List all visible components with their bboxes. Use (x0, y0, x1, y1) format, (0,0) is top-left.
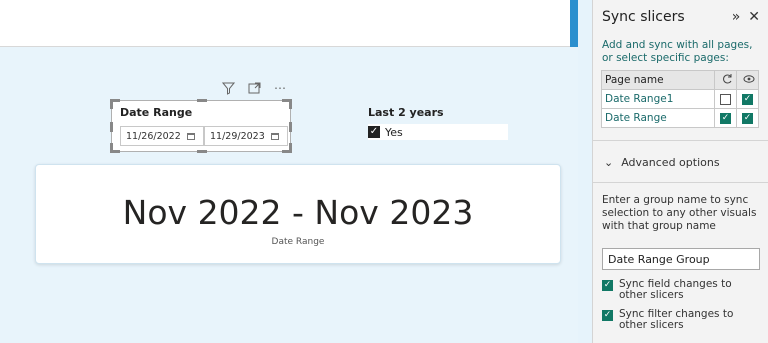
card-label: Date Range (271, 237, 325, 247)
card-value: Nov 2022 - Nov 2023 (122, 193, 474, 232)
end-date-value: 11/29/2023 (210, 130, 265, 142)
pane-description: Add and sync with all pages, or select s… (602, 39, 753, 64)
divider (593, 140, 768, 141)
checkbox-checked-icon[interactable]: ✓ (720, 112, 731, 124)
visible-column-header (736, 70, 759, 90)
sync-filter-label: Sync filter changes to other slicers (619, 308, 734, 331)
visible-checkbox-cell[interactable]: ✓ (736, 89, 759, 109)
checkbox-checked-icon[interactable]: ✓ (368, 126, 380, 138)
resize-handle[interactable] (110, 143, 113, 153)
group-description: Enter a group name to sync selection to … (602, 194, 757, 232)
page-name-cell: Date Range1 (601, 89, 715, 109)
sync-checkbox-cell[interactable] (714, 89, 737, 109)
end-date-field[interactable]: 11/29/2023 (204, 126, 288, 146)
date-range-card[interactable]: Nov 2022 - Nov 2023 Date Range (35, 164, 561, 264)
table-header-row: Page name (601, 70, 759, 90)
last-2-years-slicer: Last 2 years ✓ Yes (368, 106, 508, 140)
chevron-down-icon: ⌄ (604, 156, 614, 169)
checkbox-unchecked-icon[interactable] (720, 93, 731, 105)
focus-mode-icon[interactable] (246, 80, 262, 96)
eye-icon (743, 74, 755, 83)
sync-field-option[interactable]: ✓ Sync field changes to other slicers (602, 279, 762, 301)
resize-handle[interactable] (289, 143, 292, 153)
table-row: Date Range1 ✓ (601, 89, 759, 109)
table-row: Date Range ✓ ✓ (601, 108, 759, 128)
group-name-input[interactable] (602, 248, 760, 270)
page-name-cell: Date Range (601, 108, 715, 128)
advanced-options-label: Advanced options (621, 156, 720, 169)
last2-option-yes[interactable]: ✓ Yes (368, 124, 508, 140)
visual-header: ⋯ (220, 80, 288, 96)
calendar-icon[interactable] (186, 132, 195, 140)
calendar-icon[interactable] (270, 132, 279, 140)
pane-header: Sync slicers » ✕ (593, 0, 768, 32)
checkbox-checked-icon[interactable]: ✓ (602, 280, 613, 291)
filter-icon[interactable] (220, 80, 236, 96)
advanced-options-toggle[interactable]: ⌄ Advanced options (604, 156, 720, 169)
sync-column-header (714, 70, 737, 90)
start-date-value: 11/26/2022 (126, 130, 181, 142)
column-header-page-name: Page name (601, 70, 715, 90)
last2-title: Last 2 years (368, 106, 444, 119)
sync-slicers-pane: Sync slicers » ✕ Add and sync with all p… (592, 0, 768, 343)
canvas-top-band (0, 0, 570, 47)
resize-handle[interactable] (197, 150, 207, 153)
visible-checkbox-cell[interactable]: ✓ (736, 108, 759, 128)
sync-icon (723, 73, 732, 83)
date-slicer-title: Date Range (120, 106, 193, 119)
sync-table: Page name Date Range1 ✓ Date Range ✓ ✓ (601, 70, 759, 128)
last2-option-label: Yes (385, 125, 403, 139)
scroll-strip[interactable] (570, 0, 578, 47)
resize-handle[interactable] (110, 99, 113, 109)
resize-handle[interactable] (110, 122, 113, 132)
sync-checkbox-cell[interactable]: ✓ (714, 108, 737, 128)
sync-field-label: Sync field changes to other slicers (619, 278, 732, 301)
date-range-slicer[interactable]: Date Range 11/26/2022 11/29/2023 (110, 99, 292, 153)
pane-title: Sync slicers (602, 9, 685, 25)
checkbox-checked-icon[interactable]: ✓ (742, 112, 753, 124)
checkbox-checked-icon[interactable]: ✓ (742, 93, 753, 105)
resize-handle[interactable] (289, 122, 292, 132)
close-icon[interactable]: ✕ (748, 9, 760, 25)
divider (593, 182, 768, 183)
start-date-field[interactable]: 11/26/2022 (120, 126, 204, 146)
more-options-icon[interactable]: ⋯ (272, 80, 288, 96)
resize-handle[interactable] (197, 99, 207, 102)
sync-filter-option[interactable]: ✓ Sync filter changes to other slicers (602, 309, 762, 331)
collapse-pane-icon[interactable]: » (732, 9, 741, 25)
checkbox-checked-icon[interactable]: ✓ (602, 310, 613, 321)
resize-handle[interactable] (289, 99, 292, 109)
report-canvas: ⋯ Date Range 11/26/2022 11/29/2023 Last … (0, 0, 578, 343)
